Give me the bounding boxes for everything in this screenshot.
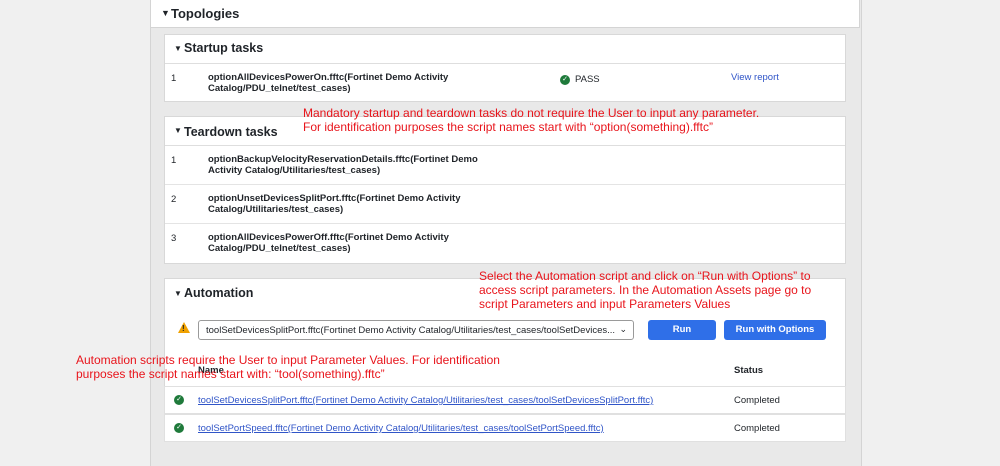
- task-row: 2 optionUnsetDevicesSplitPort.fftc(Forti…: [165, 185, 845, 224]
- check-icon: ✓: [560, 74, 570, 85]
- script-link[interactable]: toolSetPortSpeed.fftc(Fortinet Demo Acti…: [198, 423, 604, 434]
- task-row: 1 optionBackupVelocityReservationDetails…: [165, 146, 845, 185]
- row-number: 2: [171, 194, 177, 205]
- startup-tasks-header[interactable]: ▼ Startup tasks: [165, 35, 845, 64]
- row-number: 3: [171, 233, 177, 244]
- task-row: 3 optionAllDevicesPowerOff.fftc(Fortinet…: [165, 224, 845, 262]
- task-name: optionUnsetDevicesSplitPort.fftc(Fortine…: [208, 193, 461, 215]
- chevron-down-icon: ⌄: [619, 324, 627, 334]
- status-text: Completed: [734, 395, 780, 406]
- annotation-automation-scripts: Automation scripts require the User to i…: [76, 353, 500, 381]
- annotation-line: script Parameters and input Parameters V…: [479, 297, 731, 311]
- table-row: ✓ toolSetDevicesSplitPort.fftc(Fortinet …: [164, 386, 846, 414]
- annotation-line: Mandatory startup and teardown tasks do …: [303, 106, 760, 120]
- task-name: optionAllDevicesPowerOff.fftc(Fortinet D…: [208, 232, 449, 254]
- automation-script-select[interactable]: toolSetDevicesSplitPort.fftc(Fortinet De…: [198, 320, 634, 340]
- automation-title: Automation: [184, 286, 254, 300]
- status-badge: ✓ PASS: [560, 74, 600, 85]
- chevron-down-icon: ▼: [161, 8, 170, 18]
- chevron-down-icon: ▼: [174, 44, 182, 53]
- script-link[interactable]: toolSetDevicesSplitPort.fftc(Fortinet De…: [198, 395, 653, 406]
- startup-tasks-title: Startup tasks: [184, 41, 264, 55]
- status-column-header: Status: [734, 365, 764, 376]
- topologies-header[interactable]: ▼ Topologies: [150, 0, 860, 28]
- annotation-mandatory-tasks: Mandatory startup and teardown tasks do …: [303, 106, 759, 134]
- teardown-tasks-card: ▼ Teardown tasks 1 optionBackupVelocityR…: [164, 116, 846, 264]
- row-number: 1: [171, 73, 177, 84]
- chevron-down-icon: ▼: [174, 289, 182, 298]
- annotation-line: Select the Automation script and click o…: [479, 269, 811, 283]
- run-with-options-button[interactable]: Run with Options: [724, 320, 826, 340]
- run-button[interactable]: Run: [648, 320, 716, 340]
- task-name: optionBackupVelocityReservationDetails.f…: [208, 154, 478, 176]
- annotation-line: Automation scripts require the User to i…: [76, 353, 500, 367]
- check-icon: ✓: [174, 395, 184, 405]
- annotation-line: access script parameters. In the Automat…: [479, 283, 812, 297]
- row-number: 1: [171, 155, 177, 166]
- topologies-title: Topologies: [171, 6, 240, 21]
- view-report-link[interactable]: View report: [731, 72, 779, 83]
- task-row: 1 optionAllDevicesPowerOn.fftc(Fortinet …: [165, 64, 845, 102]
- startup-tasks-card: ▼ Startup tasks 1 optionAllDevicesPowerO…: [164, 34, 846, 102]
- status-text: Completed: [734, 423, 780, 434]
- annotation-line: For identification purposes the script n…: [303, 120, 713, 134]
- check-icon: ✓: [174, 423, 184, 433]
- table-row: ✓ toolSetPortSpeed.fftc(Fortinet Demo Ac…: [164, 414, 846, 442]
- annotation-line: purposes the script names start with: “t…: [76, 367, 385, 381]
- select-value: toolSetDevicesSplitPort.fftc(Fortinet De…: [206, 325, 616, 336]
- task-name: optionAllDevicesPowerOn.fftc(Fortinet De…: [208, 72, 449, 94]
- annotation-run-with-options: Select the Automation script and click o…: [479, 269, 811, 311]
- warning-icon: !: [178, 322, 190, 333]
- teardown-tasks-title: Teardown tasks: [184, 125, 278, 139]
- chevron-down-icon: ▼: [174, 126, 182, 135]
- status-text: PASS: [575, 74, 600, 85]
